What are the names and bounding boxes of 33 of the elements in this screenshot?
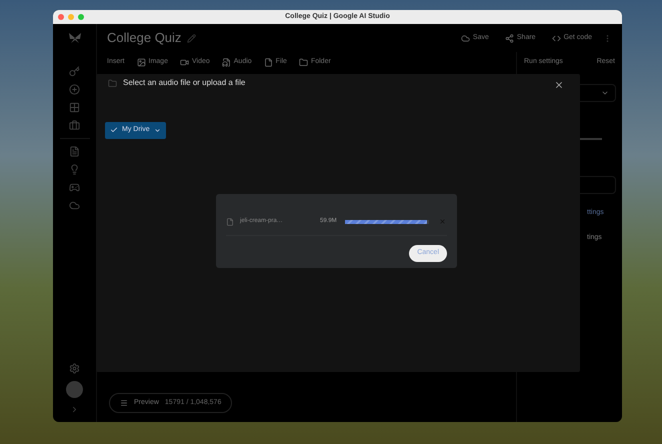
prompt-title: College Quiz: [107, 29, 182, 48]
edit-icon[interactable]: [187, 34, 196, 42]
folder-icon: [298, 58, 308, 66]
file-icon: [226, 218, 234, 226]
caret-icon: [601, 89, 609, 97]
settings-icon[interactable]: [69, 363, 80, 374]
add-icon[interactable]: [69, 84, 80, 95]
save-icon: [460, 34, 470, 42]
expand-icon[interactable]: [70, 405, 79, 414]
grid-icon[interactable]: [69, 102, 80, 113]
bulb-icon[interactable]: [69, 164, 80, 175]
dialog-title: Select an audio file or upload a file: [123, 77, 246, 89]
file-icon: [264, 58, 273, 66]
butterfly-logo-icon: [68, 32, 82, 44]
caret-icon: [154, 126, 161, 134]
share-icon: [504, 34, 514, 42]
cloud-icon[interactable]: [69, 200, 80, 211]
key-icon[interactable]: [69, 66, 80, 77]
close-window-button[interactable]: [58, 14, 64, 20]
audio-icon: [222, 58, 231, 66]
document-icon[interactable]: [69, 146, 80, 157]
zoom-window-button[interactable]: [78, 14, 84, 20]
gamepad-icon[interactable]: [69, 182, 80, 193]
check-icon: [110, 126, 118, 134]
code-icon: [552, 34, 561, 42]
minimize-window-button[interactable]: [68, 14, 74, 20]
menu-icon: [120, 399, 128, 407]
video-icon: [180, 58, 189, 66]
folder-icon: [108, 78, 117, 88]
close-icon[interactable]: [554, 80, 564, 90]
cancel-upload-icon[interactable]: [438, 218, 446, 225]
briefcase-icon[interactable]: [69, 120, 80, 131]
image-icon: [136, 58, 146, 66]
